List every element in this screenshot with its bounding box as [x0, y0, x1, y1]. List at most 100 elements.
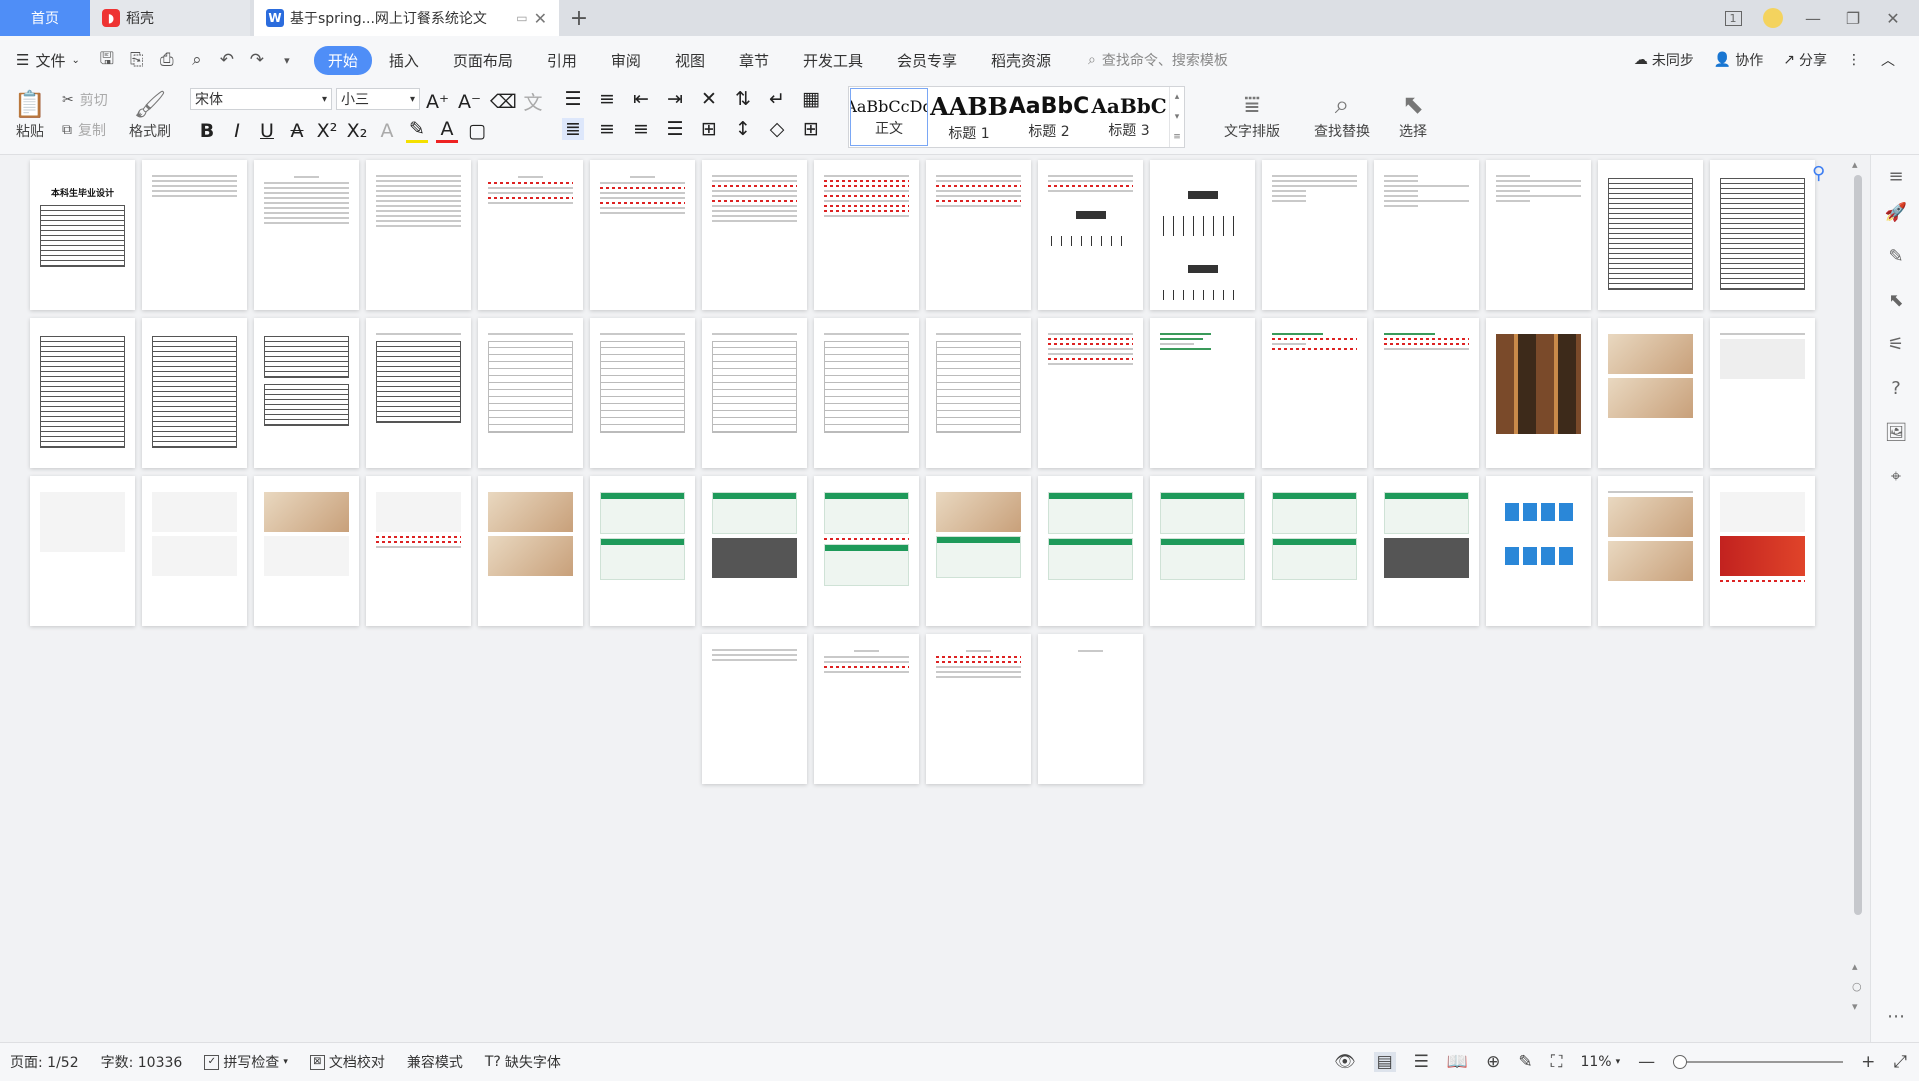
- superscript-icon[interactable]: X²: [316, 120, 338, 142]
- page-thumbnail[interactable]: [1150, 160, 1255, 310]
- text-effect-icon[interactable]: A: [376, 120, 398, 142]
- justify-icon[interactable]: ☰: [664, 118, 686, 140]
- ribbon-tab-references[interactable]: 引用: [530, 46, 594, 75]
- file-menu-button[interactable]: ☰ 文件 ⌄: [16, 50, 90, 71]
- page-thumbnail[interactable]: [30, 318, 135, 468]
- page-thumbnail[interactable]: [1262, 476, 1367, 626]
- fit-page-icon[interactable]: ⛶: [1551, 1052, 1563, 1072]
- page-thumbnail[interactable]: [142, 318, 247, 468]
- prev-page-icon[interactable]: ▴: [1852, 960, 1858, 973]
- cut-button[interactable]: ✂ 剪切: [62, 90, 108, 110]
- ribbon-tab-developer[interactable]: 开发工具: [786, 46, 880, 75]
- page-thumbnail[interactable]: [1262, 160, 1367, 310]
- table-tools-icon[interactable]: ▦: [800, 88, 822, 110]
- missing-font-button[interactable]: T? 缺失字体: [485, 1052, 561, 1072]
- bullets-icon[interactable]: ☰: [562, 88, 584, 110]
- page-thumbnail[interactable]: [814, 318, 919, 468]
- page-thumbnail[interactable]: [1486, 318, 1591, 468]
- scroll-up-icon[interactable]: ▴: [1852, 158, 1858, 171]
- outline-view-icon[interactable]: ☰: [1414, 1052, 1429, 1072]
- underline-icon[interactable]: U: [256, 120, 278, 142]
- print-icon[interactable]: ⎙: [154, 47, 180, 73]
- adjust-icon[interactable]: ⚟: [1885, 333, 1907, 355]
- more-icon[interactable]: ⋯: [1885, 1005, 1907, 1027]
- page-thumbnail[interactable]: [926, 476, 1031, 626]
- zoom-slider-knob[interactable]: [1673, 1055, 1688, 1069]
- page-thumbnail[interactable]: [1150, 476, 1255, 626]
- page-view-icon[interactable]: ▤: [1373, 1052, 1396, 1072]
- share-button[interactable]: ↗ 分享: [1783, 50, 1827, 70]
- page-thumbnail[interactable]: [254, 160, 359, 310]
- collapse-ribbon-icon[interactable]: ︿: [1881, 50, 1895, 70]
- page-thumbnail[interactable]: [478, 318, 583, 468]
- page-thumbnail[interactable]: [1374, 318, 1479, 468]
- page-thumbnail[interactable]: [1598, 318, 1703, 468]
- page-thumbnail[interactable]: [1038, 318, 1143, 468]
- minimize-icon[interactable]: —: [1795, 0, 1831, 36]
- page-thumbnail[interactable]: [814, 634, 919, 784]
- tab-daoke[interactable]: ◗ 稻壳: [90, 0, 250, 36]
- page-thumbnail[interactable]: [478, 160, 583, 310]
- sort-icon[interactable]: ⇅: [732, 88, 754, 110]
- font-color-icon[interactable]: A: [436, 118, 458, 143]
- page-thumbnail[interactable]: [590, 476, 695, 626]
- next-page-icon[interactable]: ▾: [1852, 1000, 1858, 1013]
- shrink-font-icon[interactable]: A⁻: [458, 91, 481, 113]
- print-preview-icon[interactable]: ⌕: [184, 47, 210, 73]
- collaborate-button[interactable]: 👤 协作: [1714, 50, 1763, 70]
- align-right-icon[interactable]: ≡: [630, 118, 652, 140]
- reading-view-icon[interactable]: 📖: [1447, 1052, 1468, 1072]
- page-thumbnail[interactable]: [702, 318, 807, 468]
- page-thumbnail[interactable]: [1598, 476, 1703, 626]
- undo-icon[interactable]: ↶: [214, 47, 240, 73]
- page-thumbnail[interactable]: [814, 476, 919, 626]
- ribbon-tab-member[interactable]: 会员专享: [880, 46, 974, 75]
- doc-check-button[interactable]: ⊠ 文档校对: [309, 1052, 385, 1072]
- page-thumbnail[interactable]: [254, 476, 359, 626]
- font-size-select[interactable]: 小三 ▾: [336, 88, 420, 110]
- page-thumbnail[interactable]: [702, 476, 807, 626]
- page-thumbnail[interactable]: [30, 476, 135, 626]
- align-left-icon[interactable]: ≣: [562, 118, 584, 140]
- page-thumbnail[interactable]: [702, 634, 807, 784]
- subscript-icon[interactable]: X₂: [346, 120, 368, 142]
- phonetic-guide-icon[interactable]: 文: [522, 88, 544, 115]
- page-thumbnail[interactable]: [926, 318, 1031, 468]
- tab-home[interactable]: 首页: [0, 0, 90, 36]
- page-thumbnail[interactable]: [1374, 476, 1479, 626]
- more-options-icon[interactable]: ⋮: [1847, 52, 1861, 68]
- borders-icon[interactable]: ⊞: [800, 118, 822, 140]
- distributed-icon[interactable]: ⊞: [698, 118, 720, 140]
- style-heading-1[interactable]: AABB 标题 1: [929, 87, 1009, 147]
- page-view-badge[interactable]: 1: [1715, 0, 1751, 36]
- increase-indent-icon[interactable]: ⇥: [664, 88, 686, 110]
- page-thumbnail[interactable]: [254, 318, 359, 468]
- page-indicator[interactable]: 页面: 1/52: [10, 1052, 79, 1072]
- sidebar-collapse-icon[interactable]: ≡: [1885, 165, 1907, 187]
- page-thumbnail[interactable]: [142, 476, 247, 626]
- font-name-select[interactable]: 宋体 ▾: [190, 88, 332, 110]
- compass-icon[interactable]: ⌖: [1885, 465, 1907, 487]
- ribbon-tab-section[interactable]: 章节: [722, 46, 786, 75]
- shading-icon[interactable]: ◇: [766, 118, 788, 140]
- zoom-slider[interactable]: [1673, 1055, 1844, 1069]
- new-tab-button[interactable]: +: [559, 0, 599, 36]
- ribbon-tab-review[interactable]: 审阅: [594, 46, 658, 75]
- page-thumbnail[interactable]: [1150, 318, 1255, 468]
- tab-document[interactable]: W 基于spring...网上订餐系统论文 ▭ ✕: [254, 0, 559, 36]
- zoom-in-icon[interactable]: +: [1861, 1052, 1875, 1072]
- restore-icon[interactable]: ❐: [1835, 0, 1871, 36]
- page-thumbnail[interactable]: [1262, 318, 1367, 468]
- clear-format-icon[interactable]: ⌫: [490, 91, 517, 113]
- show-marks-icon[interactable]: ↵: [766, 88, 788, 110]
- page-thumbnail[interactable]: [926, 160, 1031, 310]
- page-thumbnail[interactable]: [1598, 160, 1703, 310]
- document-canvas[interactable]: 本科生毕业设计: [0, 155, 1840, 1042]
- command-search[interactable]: ⌕ 查找命令、搜索模板: [1088, 50, 1228, 70]
- page-thumbnail[interactable]: [1710, 318, 1815, 468]
- write-view-icon[interactable]: ✎: [1518, 1052, 1532, 1072]
- customize-dropdown-icon[interactable]: ▾: [274, 47, 300, 73]
- vertical-scrollbar[interactable]: [1850, 155, 1866, 1042]
- page-thumbnail[interactable]: [1710, 476, 1815, 626]
- chinese-layout-icon[interactable]: ✕: [698, 88, 720, 110]
